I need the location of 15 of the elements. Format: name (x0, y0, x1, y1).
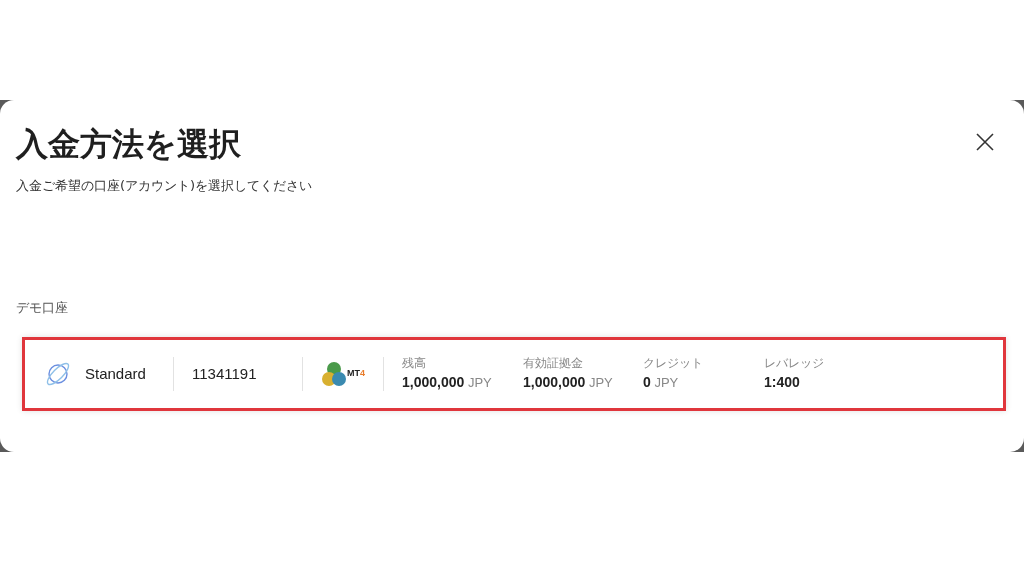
stat-value: 1,000,000 JPY (523, 373, 614, 392)
stat-value: 1,000,000 JPY (402, 373, 493, 392)
stat-label: クレジット (643, 355, 704, 372)
stat-label: 残高 (402, 355, 427, 372)
section-title: デモ口座 (16, 298, 69, 317)
account-number: 11341191 (192, 363, 258, 384)
platform-logo: MT4 (321, 360, 365, 388)
stat-label: 有効証拠金 (523, 355, 584, 372)
dialog-subtitle: 入金ご希望の口座(アカウント)を選択してください (16, 177, 313, 195)
stat-label: レバレッジ (764, 355, 825, 372)
stat-value: 1:400 (764, 373, 801, 392)
dialog-title: 入金方法を選択 (16, 124, 242, 165)
account-card[interactable]: Standard 11341191 MT4 残高 1,000,000 JPY 有効証拠金 1,000,000 JPY クレジット 0 JPY レバレッジ 1:400 (22, 337, 1006, 411)
stat-value: 0 JPY (643, 373, 680, 392)
account-type: Standard (85, 363, 147, 384)
